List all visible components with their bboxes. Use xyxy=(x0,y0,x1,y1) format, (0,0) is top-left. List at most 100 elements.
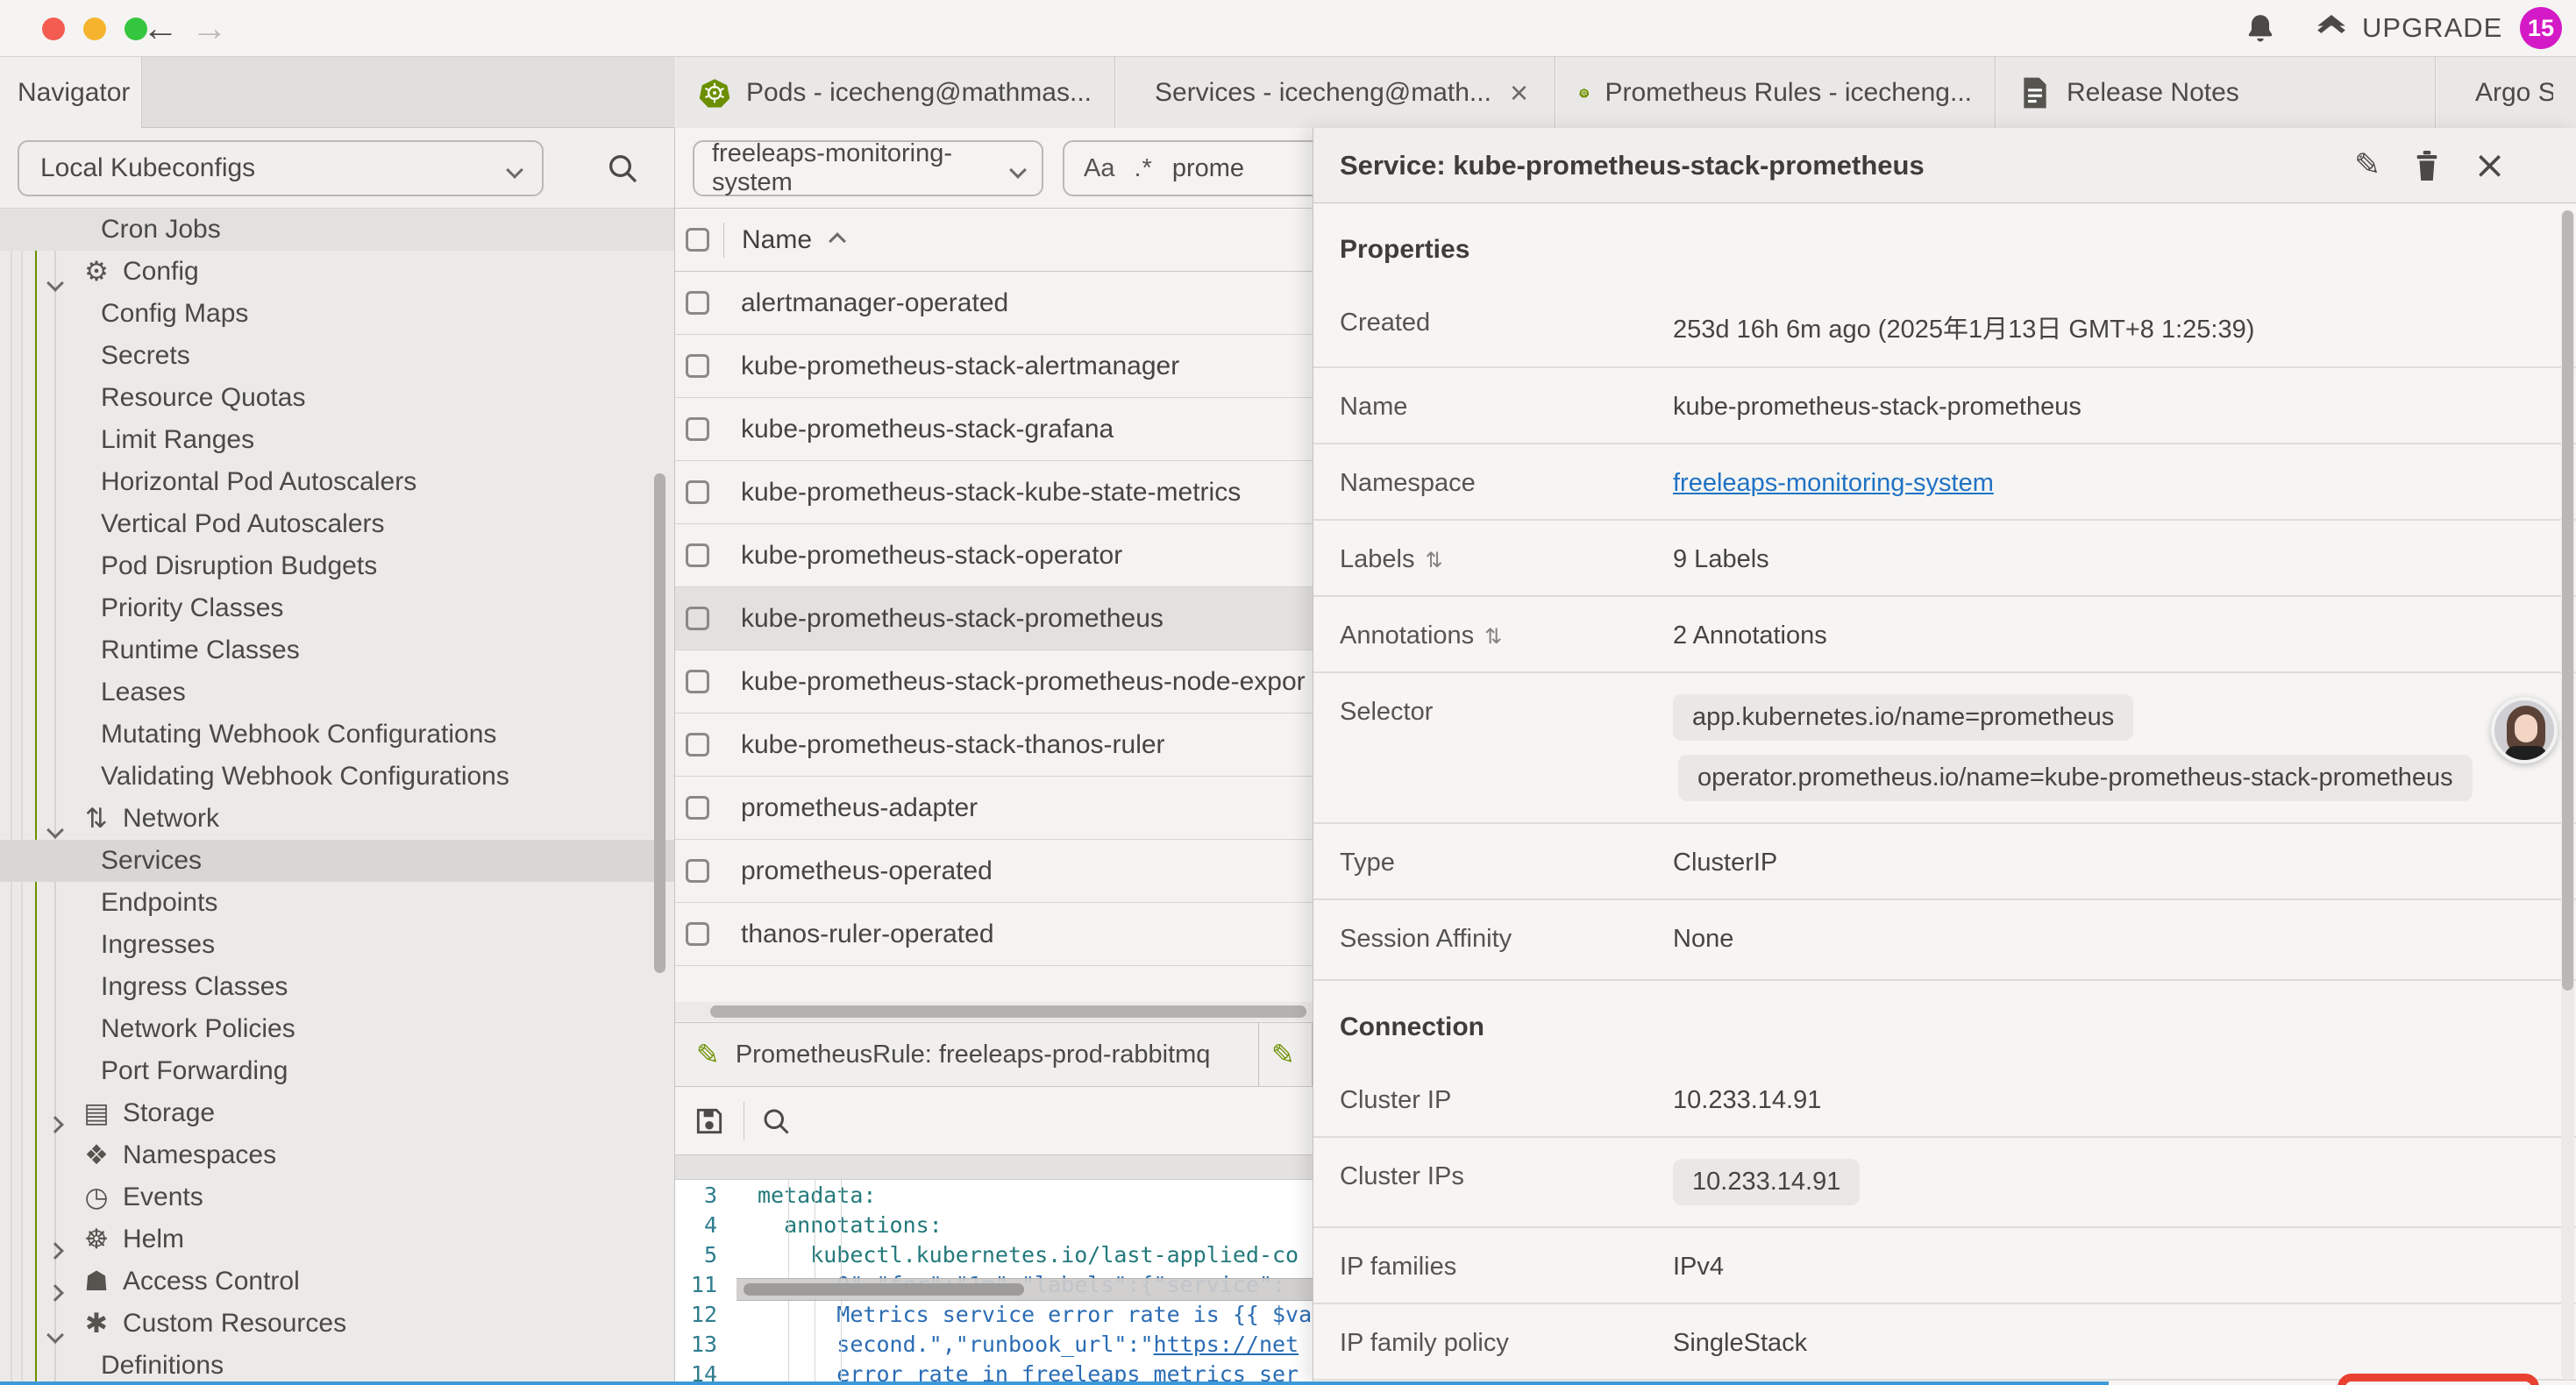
expand-collapse-icon[interactable]: ⇅ xyxy=(1425,548,1442,572)
match-case-toggle[interactable]: Aa xyxy=(1084,154,1114,183)
editor-tab-partial[interactable]: ✎ xyxy=(1259,1023,1313,1086)
table-row[interactable]: kube-prometheus-stack-operator xyxy=(675,524,1313,587)
annotations-value[interactable]: 2 Annotations xyxy=(1673,618,1827,650)
name-column-header[interactable]: Name xyxy=(742,225,812,255)
editor-search-icon[interactable] xyxy=(760,1105,792,1137)
sidebar-item[interactable]: ◷ Events xyxy=(0,1176,675,1218)
table-row[interactable]: kube-prometheus-stack-prometheus-node-ex… xyxy=(675,650,1313,714)
navigator-tab[interactable]: Navigator xyxy=(0,57,142,128)
tree-chevron-icon[interactable] xyxy=(46,1242,64,1260)
table-row[interactable]: kube-prometheus-stack-thanos-ruler xyxy=(675,714,1313,777)
tree-chevron-icon[interactable] xyxy=(46,1116,64,1133)
tree-chevron-icon[interactable] xyxy=(46,1326,64,1344)
table-row[interactable]: kube-prometheus-stack-prometheus xyxy=(675,587,1313,650)
cluster-ips-chip[interactable]: 10.233.14.91 xyxy=(1673,1159,1860,1205)
sidebar-item[interactable]: ✱ Custom Resources xyxy=(0,1303,675,1345)
sidebar-item[interactable]: ☗ Access Control xyxy=(0,1261,675,1303)
notifications-bell-icon[interactable] xyxy=(2243,11,2278,46)
row-checkbox[interactable] xyxy=(686,291,709,315)
cluster-tab[interactable]: Argo Se xyxy=(2436,57,2576,128)
sidebar-item[interactable]: Ingresses xyxy=(0,924,675,966)
row-checkbox[interactable] xyxy=(686,543,709,567)
row-checkbox[interactable] xyxy=(686,670,709,693)
sidebar-scrollbar[interactable] xyxy=(654,473,665,973)
labels-value[interactable]: 9 Labels xyxy=(1673,542,1769,574)
tree-chevron-icon[interactable] xyxy=(46,821,64,839)
cluster-tab[interactable]: Release Notes xyxy=(1996,57,2436,128)
namespace-filter-select[interactable]: freeleaps-monitoring-system xyxy=(693,140,1043,196)
table-row[interactable]: kube-prometheus-stack-alertmanager xyxy=(675,335,1313,398)
sidebar-item[interactable]: Mutating Webhook Configurations xyxy=(0,714,675,756)
row-checkbox[interactable] xyxy=(686,354,709,378)
sidebar-item[interactable]: Vertical Pod Autoscalers xyxy=(0,503,675,545)
cluster-tab[interactable]: Services - icecheng@math... × xyxy=(1115,57,1555,128)
sidebar-item[interactable]: Services xyxy=(0,840,675,882)
row-checkbox[interactable] xyxy=(686,796,709,820)
namespace-link[interactable]: freeleaps-monitoring-system xyxy=(1673,465,1994,498)
sidebar-item[interactable]: Leases xyxy=(0,671,675,714)
table-row[interactable]: kube-prometheus-stack-kube-state-metrics xyxy=(675,461,1313,524)
select-all-checkbox[interactable] xyxy=(686,228,709,252)
list-horizontal-scrollbar[interactable] xyxy=(675,1002,1313,1021)
sidebar-item[interactable]: Definitions xyxy=(0,1345,675,1385)
row-checkbox[interactable] xyxy=(686,480,709,504)
table-row[interactable]: prometheus-operated xyxy=(675,840,1313,903)
sidebar-item[interactable]: Priority Classes xyxy=(0,587,675,629)
sidebar-item[interactable]: Ingress Classes xyxy=(0,966,675,1008)
upgrade-button[interactable]: UPGRADE xyxy=(2313,11,2502,46)
cluster-tab[interactable]: Prometheus Rules - icecheng... xyxy=(1555,57,1996,128)
sidebar-item[interactable]: Endpoints xyxy=(0,882,675,924)
forward-button[interactable]: → xyxy=(191,5,228,51)
sidebar-item[interactable]: Runtime Classes xyxy=(0,629,675,671)
selector-chip[interactable]: operator.prometheus.io/name=kube-prometh… xyxy=(1678,755,2473,801)
sidebar-item[interactable]: Validating Webhook Configurations xyxy=(0,756,675,798)
sidebar-item[interactable]: Config Maps xyxy=(0,293,675,335)
back-button[interactable]: ← xyxy=(142,5,179,51)
sidebar-item[interactable]: ⚙ Config xyxy=(0,251,675,293)
table-row[interactable]: kube-prometheus-stack-grafana xyxy=(675,398,1313,461)
sidebar-item[interactable]: Pod Disruption Budgets xyxy=(0,545,675,587)
sidebar-item[interactable]: Resource Quotas xyxy=(0,377,675,419)
sidebar-item[interactable]: Secrets xyxy=(0,335,675,377)
kubeconfig-selector[interactable]: Local Kubeconfigs xyxy=(18,140,544,196)
table-row[interactable]: thanos-ruler-operated xyxy=(675,903,1313,966)
sidebar-item[interactable]: ⇅ Network xyxy=(0,798,675,840)
list-search-input[interactable]: Aa .* prome xyxy=(1063,140,1326,196)
selector-chip[interactable]: app.kubernetes.io/name=prometheus xyxy=(1673,694,2133,741)
yaml-editor[interactable]: 3metadata: 4 annotations: 5 kubectl.kube… xyxy=(675,1180,1313,1385)
notification-count-badge[interactable]: 15 xyxy=(2520,7,2562,49)
table-row[interactable]: prometheus-adapter xyxy=(675,777,1313,840)
sidebar-item[interactable]: Cron Jobs xyxy=(0,209,675,251)
edit-pencil-icon[interactable]: ✎ xyxy=(2354,147,2380,183)
detail-scrollbar[interactable] xyxy=(2561,210,2574,1380)
sidebar-item[interactable]: ❖ Namespaces xyxy=(0,1134,675,1176)
row-checkbox[interactable] xyxy=(686,922,709,946)
minimize-window-button[interactable] xyxy=(83,18,106,40)
row-checkbox[interactable] xyxy=(686,859,709,883)
sidebar-search-icon[interactable] xyxy=(605,151,640,186)
user-avatar[interactable] xyxy=(2491,697,2558,764)
row-checkbox[interactable] xyxy=(686,417,709,441)
row-checkbox[interactable] xyxy=(686,607,709,630)
cluster-tab[interactable]: Pods - icecheng@mathmas... xyxy=(675,57,1115,128)
editor-horizontal-scrollbar[interactable] xyxy=(737,1278,1313,1301)
sidebar-item[interactable]: ☸ Helm xyxy=(0,1218,675,1261)
sidebar-item[interactable]: Network Policies xyxy=(0,1008,675,1050)
table-row[interactable]: alertmanager-operated xyxy=(675,272,1313,335)
close-window-button[interactable] xyxy=(42,18,65,40)
editor-tab[interactable]: ✎ PrometheusRule: freeleaps-prod-rabbitm… xyxy=(675,1023,1259,1086)
runbook-url-link[interactable]: https://net xyxy=(1154,1332,1299,1357)
tree-chevron-icon[interactable] xyxy=(46,274,64,292)
row-checkbox[interactable] xyxy=(686,733,709,756)
sidebar-item[interactable]: Horizontal Pod Autoscalers xyxy=(0,461,675,503)
save-icon[interactable] xyxy=(693,1104,726,1138)
sidebar-item[interactable]: ▤ Storage xyxy=(0,1092,675,1134)
close-tab-icon[interactable]: × xyxy=(1506,75,1532,111)
expand-collapse-icon[interactable]: ⇅ xyxy=(1484,624,1502,649)
delete-trash-icon[interactable] xyxy=(2412,149,2442,182)
tree-chevron-icon[interactable] xyxy=(46,1284,64,1302)
regex-toggle[interactable]: .* xyxy=(1134,154,1152,183)
sidebar-item[interactable]: Limit Ranges xyxy=(0,419,675,461)
sort-ascending-icon[interactable] xyxy=(829,232,846,250)
close-panel-icon[interactable]: × xyxy=(2473,143,2506,188)
